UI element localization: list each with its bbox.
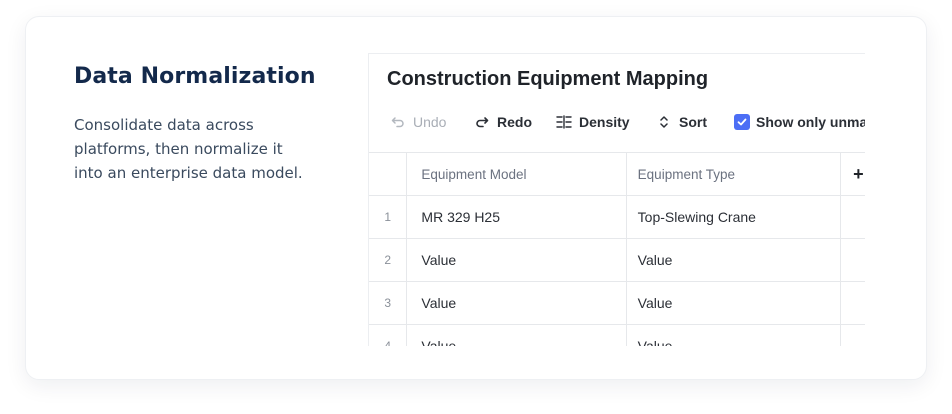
panel-title: Construction Equipment Mapping — [387, 68, 709, 90]
equipment-type-cell[interactable]: Value — [626, 281, 842, 325]
redo-label: Redo — [497, 114, 532, 130]
plus-icon[interactable]: + — [853, 164, 864, 184]
sort-label: Sort — [679, 114, 707, 130]
row-number: 2 — [369, 238, 408, 282]
equipment-model-cell[interactable]: Value — [406, 324, 627, 346]
row-number-header — [369, 152, 408, 196]
undo-label: Undo — [413, 114, 447, 130]
equipment-model-cell[interactable]: MR 329 H25 — [406, 195, 627, 239]
empty-cell — [840, 195, 865, 239]
show-unmapped-toggle[interactable]: Show only unmapped — [734, 112, 865, 132]
check-icon — [737, 118, 747, 126]
density-label: Density — [579, 114, 630, 130]
column-header-equipment-model[interactable]: Equipment Model — [406, 152, 627, 196]
sort-button[interactable]: Sort — [655, 112, 707, 132]
sort-icon — [655, 113, 673, 131]
empty-cell — [840, 281, 865, 325]
empty-cell — [840, 324, 865, 346]
table-header-row: Equipment Model Equipment Type + — [369, 152, 865, 196]
equipment-type-cell[interactable]: Value — [626, 238, 842, 282]
add-column-cell: + — [840, 152, 865, 196]
table-row: 1 MR 329 H25 Top-Slewing Crane — [369, 195, 865, 239]
equipment-model-cell[interactable]: Value — [406, 281, 627, 325]
equipment-model-cell[interactable]: Value — [406, 238, 627, 282]
redo-button[interactable]: Redo — [473, 112, 532, 132]
column-header-equipment-type[interactable]: Equipment Type — [626, 152, 842, 196]
show-unmapped-label: Show only unmapped — [756, 114, 865, 130]
table-row: 3 Value Value — [369, 281, 865, 325]
equipment-type-cell[interactable]: Value — [626, 324, 842, 346]
equipment-table: Equipment Model Equipment Type + 1 MR 32… — [369, 152, 865, 346]
table-row: 2 Value Value — [369, 238, 865, 282]
feature-title: Data Normalization — [74, 64, 316, 89]
row-number: 1 — [369, 195, 408, 239]
mapping-panel: Construction Equipment Mapping Undo Redo… — [368, 53, 865, 346]
equipment-type-cell[interactable]: Top-Slewing Crane — [626, 195, 842, 239]
row-number: 3 — [369, 281, 408, 325]
redo-icon — [473, 113, 491, 131]
row-number: 4 — [369, 324, 408, 346]
show-unmapped-checkbox[interactable] — [734, 114, 750, 130]
table-row: 4 Value Value — [369, 324, 865, 346]
undo-icon — [389, 113, 407, 131]
feature-description: Consolidate data across platforms, then … — [74, 116, 303, 182]
undo-button[interactable]: Undo — [389, 112, 446, 132]
density-button[interactable]: Density — [555, 112, 630, 132]
empty-cell — [840, 238, 865, 282]
density-icon — [555, 113, 573, 131]
